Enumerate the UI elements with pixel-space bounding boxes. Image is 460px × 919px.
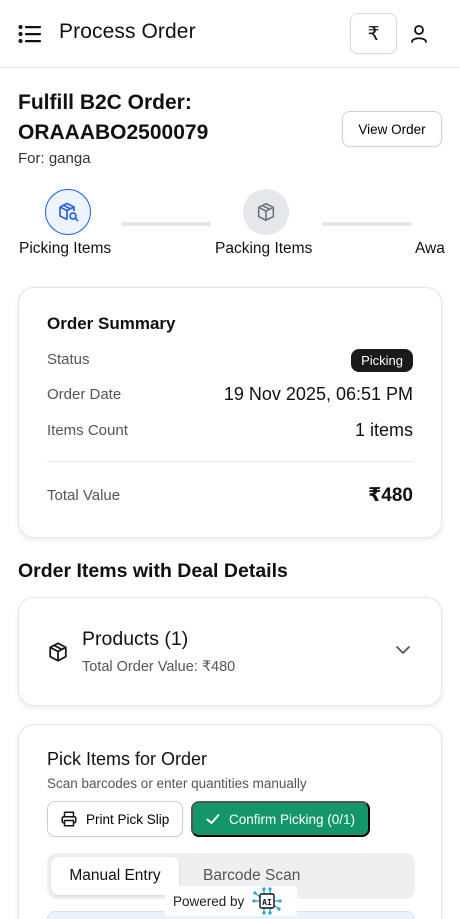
tab-manual-entry[interactable]: Manual Entry [51, 857, 179, 895]
view-order-button[interactable]: View Order [342, 111, 442, 147]
confirm-button-label: Confirm Picking (0/1) [229, 811, 356, 827]
step-label-picking: Picking Items [19, 240, 112, 257]
step-connector [322, 222, 412, 226]
step-label-awaiting: Awa [415, 240, 445, 257]
step-label-packing: Packing Items [215, 240, 313, 257]
total-value-label: Total Value [47, 487, 121, 504]
step-packing[interactable] [243, 189, 289, 235]
user-icon[interactable] [410, 24, 428, 44]
items-count-value: 1 items [354, 420, 413, 440]
box-icon [257, 202, 275, 222]
order-heading: Fulfill B2C Order: [18, 91, 192, 114]
products-title: Products (1) [82, 628, 189, 650]
print-pick-slip-button[interactable]: Print Pick Slip [47, 801, 183, 837]
order-date-value: 19 Nov 2025, 06:51 PM [223, 384, 413, 404]
step-connector [121, 222, 211, 226]
print-button-label: Print Pick Slip [86, 811, 170, 827]
order-customer: For: ganga [18, 150, 91, 167]
ai-logo-text: AI [262, 898, 272, 907]
section-title: Order Items with Deal Details [18, 560, 288, 582]
confirm-picking-button[interactable]: Confirm Picking (0/1) [191, 801, 370, 837]
powered-by-label: Powered by [173, 893, 245, 909]
rupee-icon: ₹ [367, 22, 380, 45]
status-label: Status [47, 351, 90, 368]
page-title: Process Order [59, 20, 196, 43]
products-total: Total Order Value: ₹480 [82, 659, 236, 675]
pick-subtitle: Scan barcodes or enter quantities manual… [47, 776, 307, 791]
box-icon [49, 642, 67, 662]
order-id: ORAAABO2500079 [18, 121, 209, 144]
total-value: ₹480 [368, 485, 413, 506]
products-accordion[interactable]: Products (1) Total Order Value: ₹480 [18, 597, 442, 706]
top-bar: Process Order ₹ [0, 0, 460, 68]
summary-title: Order Summary [47, 314, 176, 333]
divider [47, 461, 413, 462]
menu-icon[interactable] [18, 24, 42, 44]
check-icon [206, 814, 220, 824]
box-search-icon [59, 202, 79, 222]
ai-logo-icon: AI [252, 887, 282, 915]
powered-by-badge: Powered by AI [165, 886, 297, 916]
status-badge: Picking [351, 349, 413, 372]
step-picking[interactable] [45, 189, 91, 235]
pick-title: Pick Items for Order [47, 749, 208, 769]
order-summary-card: Order Summary Status Picking Order Date … [18, 287, 442, 538]
items-count-label: Items Count [47, 422, 128, 439]
order-date-label: Order Date [47, 386, 122, 403]
currency-button[interactable]: ₹ [350, 13, 397, 54]
printer-icon [61, 811, 77, 827]
progress-stepper: Picking Items Packing Items Awa [0, 186, 460, 266]
chevron-down-icon[interactable] [395, 645, 411, 655]
